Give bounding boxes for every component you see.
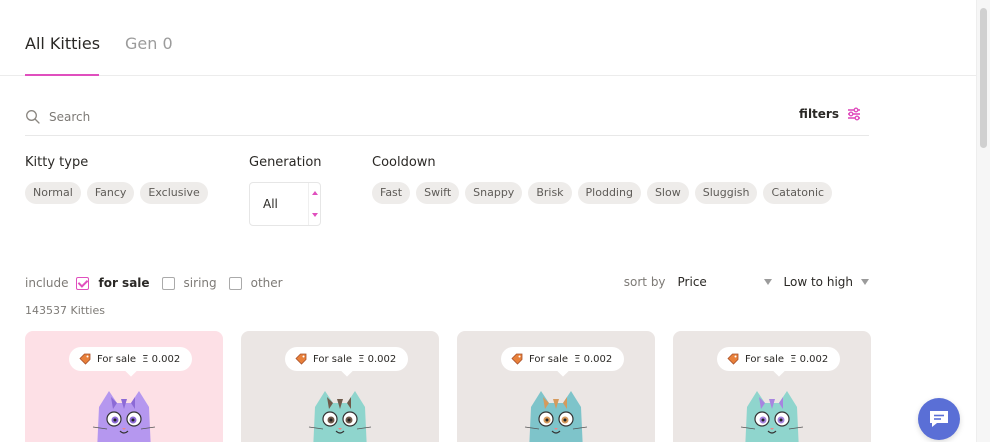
cooldown-chip-brisk[interactable]: Brisk (528, 182, 572, 204)
cooldown-title: Cooldown (372, 155, 436, 170)
cooldown-chip-slow[interactable]: Slow (646, 182, 689, 204)
generation-select[interactable]: All (249, 182, 321, 226)
cooldown-chip-catatonic[interactable]: Catatonic (763, 182, 833, 204)
filters-label: filters (799, 107, 839, 121)
kitty-type-title: Kitty type (25, 155, 89, 170)
include-filter: include for sale siring other (25, 275, 295, 291)
for-sale-badge: For sale Ξ 0.002 (717, 347, 841, 371)
sort-field-value: Price (677, 275, 707, 289)
sale-price: Ξ 0.002 (142, 353, 181, 365)
kitty-image (524, 391, 588, 442)
chat-button[interactable] (918, 398, 960, 440)
chevron-down-icon (763, 279, 772, 285)
kitty-type-options: Normal Fancy Exclusive (25, 182, 208, 204)
search-bar: filters (25, 98, 869, 136)
kitty-card[interactable]: For sale Ξ 0.002 (457, 331, 655, 442)
cooldown-chip-plodding[interactable]: Plodding (577, 182, 641, 204)
scrollbar[interactable] (976, 0, 990, 442)
siring-label[interactable]: siring (184, 276, 217, 290)
include-label: include (25, 276, 69, 290)
kitty-type-chip-normal[interactable]: Normal (25, 182, 81, 204)
chevron-up-icon[interactable] (312, 191, 318, 195)
other-label[interactable]: other (251, 276, 283, 290)
sale-price: Ξ 0.002 (358, 353, 397, 365)
price-tag-icon (295, 353, 307, 365)
siring-checkbox[interactable] (161, 276, 175, 290)
sort-field-select[interactable]: Price (678, 275, 772, 289)
sort-controls: sort by Price Low to high (624, 275, 869, 289)
generation-stepper[interactable] (308, 183, 320, 225)
scrollbar-thumb[interactable] (980, 8, 987, 148)
other-checkbox[interactable] (228, 276, 242, 290)
for-sale-badge: For sale Ξ 0.002 (285, 347, 409, 371)
price-tag-icon (727, 353, 739, 365)
sort-order-value: Low to high (783, 275, 853, 289)
cooldown-chip-snappy[interactable]: Snappy (465, 182, 523, 204)
generation-title: Generation (249, 155, 322, 170)
sale-price: Ξ 0.002 (574, 353, 613, 365)
kitty-image (92, 391, 156, 442)
kitty-type-chip-fancy[interactable]: Fancy (86, 182, 135, 204)
chevron-down-icon[interactable] (312, 213, 318, 217)
sale-status: For sale (529, 353, 569, 365)
cooldown-chip-sluggish[interactable]: Sluggish (694, 182, 758, 204)
search-input[interactable] (49, 106, 449, 128)
filters-button[interactable]: filters (799, 107, 861, 121)
sort-order-select[interactable]: Low to high (784, 275, 869, 289)
sale-status: For sale (745, 353, 785, 365)
tab-gen-0[interactable]: Gen 0 (125, 34, 173, 53)
price-tag-icon (79, 353, 91, 365)
cooldown-chip-swift[interactable]: Swift (416, 182, 460, 204)
for-sale-label[interactable]: for sale (98, 276, 149, 290)
cooldown-options: Fast Swift Snappy Brisk Plodding Slow Sl… (372, 182, 833, 204)
for-sale-badge: For sale Ξ 0.002 (501, 347, 625, 371)
kitty-type-chip-exclusive[interactable]: Exclusive (140, 182, 208, 204)
price-tag-icon (511, 353, 523, 365)
cooldown-chip-fast[interactable]: Fast (372, 182, 411, 204)
generation-value: All (263, 197, 278, 211)
kitty-count: 143537 Kitties (25, 304, 105, 317)
sort-by-label: sort by (623, 275, 666, 289)
for-sale-badge: For sale Ξ 0.002 (69, 347, 193, 371)
tab-bar: All Kitties Gen 0 (0, 0, 990, 76)
kitty-image (740, 391, 804, 442)
sale-status: For sale (97, 353, 137, 365)
filters-icon (848, 107, 860, 121)
kitty-card[interactable]: For sale Ξ 0.002 (241, 331, 439, 442)
search-icon (26, 110, 40, 124)
kitty-grid: For sale Ξ 0.002 For sale Ξ 0.002 For sa… (25, 331, 871, 442)
kitty-image (308, 391, 372, 442)
chat-bubble-icon (930, 411, 948, 427)
kitty-card[interactable]: For sale Ξ 0.002 (25, 331, 223, 442)
for-sale-checkbox[interactable] (76, 276, 90, 290)
sale-status: For sale (313, 353, 353, 365)
sale-price: Ξ 0.002 (790, 353, 829, 365)
tab-all-kitties[interactable]: All Kitties (25, 34, 100, 53)
kitty-card[interactable]: For sale Ξ 0.002 (673, 331, 871, 442)
chevron-down-icon (861, 279, 869, 285)
active-tab-indicator (25, 74, 99, 76)
